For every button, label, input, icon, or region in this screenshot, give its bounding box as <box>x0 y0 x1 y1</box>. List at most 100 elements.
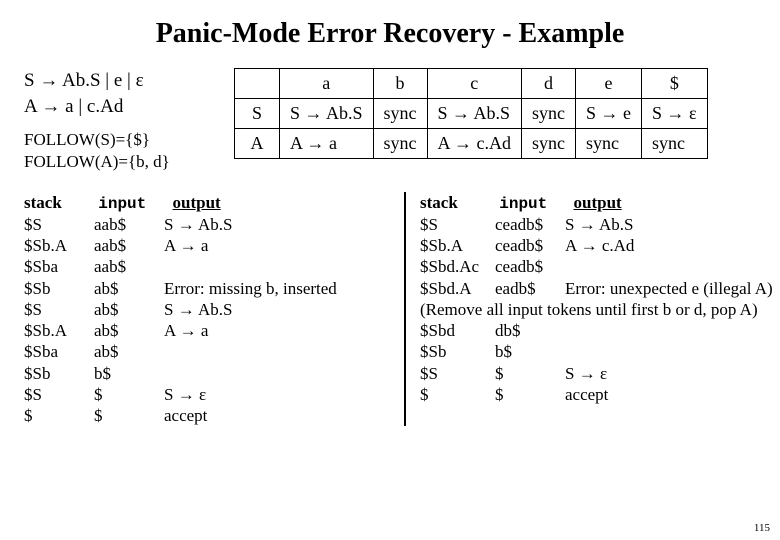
follow-line-2: FOLLOW(A)={b, d} <box>24 151 234 172</box>
hdr-stack-r: stack <box>420 192 495 213</box>
trace-output: S → ε <box>164 384 384 405</box>
cell-A-c: A → c.Ad <box>427 129 522 159</box>
trace-stack: $ <box>24 405 94 426</box>
trace-stack: $Sbd.A <box>420 278 495 299</box>
trace-stack: $S <box>420 363 495 384</box>
trace-row: $Sbab$Error: missing b, inserted <box>24 278 394 299</box>
trace-row: $Sb.Aaab$A → a <box>24 235 394 256</box>
trace-stack: $Sbd.Ac <box>420 256 495 277</box>
trace-output: accept <box>164 405 384 426</box>
trace-input: aab$ <box>94 256 164 277</box>
trace-output: Error: unexpected e (illegal A) <box>565 278 780 299</box>
trace-output: S → Ab.S <box>164 214 384 235</box>
cell-S-d: sync <box>522 99 576 129</box>
trace-stack: $Sb.A <box>24 320 94 341</box>
trace-left: stack input output $Saab$S → Ab.S$Sb.Aaa… <box>24 192 406 427</box>
trace-input: aab$ <box>94 214 164 235</box>
trace-stack: $Sbd <box>420 320 495 341</box>
grammar-line-1: S → Ab.S | e | ε <box>24 68 234 94</box>
trace-input: ceadb$ <box>495 214 565 235</box>
trace-row: $Sab$S → Ab.S <box>24 299 394 320</box>
hdr-stack: stack <box>24 192 94 213</box>
parse-table-row-s: S S → Ab.S sync S → Ab.S sync S → e S → … <box>235 99 708 129</box>
trace-input: ab$ <box>94 341 164 362</box>
trace-right: stack input output $Sceadb$ S → Ab.S$Sb.… <box>406 192 780 427</box>
trace-stack: $Sb <box>24 363 94 384</box>
col-e: e <box>576 69 642 99</box>
slide: Panic-Mode Error Recovery - Example S → … <box>0 0 780 540</box>
col-dollar: $ <box>642 69 708 99</box>
cell-A-b: sync <box>373 129 427 159</box>
trace-right-rows2: $Sbddb$$Sbb$$S$S → ε$$accept <box>420 320 780 405</box>
col-d: d <box>522 69 576 99</box>
trace-right-note: (Remove all input tokens until first b o… <box>420 299 780 320</box>
trace-stack: $ <box>420 384 495 405</box>
trace-row: $$accept <box>420 384 780 405</box>
trace-input: $ <box>495 384 565 405</box>
trace-left-header: stack input output <box>24 192 394 214</box>
rowhead-a: A <box>235 129 280 159</box>
trace-input: db$ <box>495 320 565 341</box>
hdr-output: output <box>173 192 393 213</box>
grammar-line-2: A → a | c.Ad <box>24 94 234 120</box>
trace-row: $Sb.Aab$A → a <box>24 320 394 341</box>
trace-input: ab$ <box>94 278 164 299</box>
trace-input: ab$ <box>94 320 164 341</box>
trace-row: $Sbaab$ <box>24 341 394 362</box>
trace-output: S → Ab.S <box>565 214 780 235</box>
trace-input: $ <box>94 405 164 426</box>
cell-A-dollar: sync <box>642 129 708 159</box>
trace-stack: $Sb.A <box>24 235 94 256</box>
follow-line-1: FOLLOW(S)={$} <box>24 129 234 150</box>
hdr-output-r: output <box>574 192 780 213</box>
trace-input: b$ <box>495 341 565 362</box>
trace-stack: $Sba <box>24 256 94 277</box>
trace-input: aab$ <box>94 235 164 256</box>
trace-row: $Saab$S → Ab.S <box>24 214 394 235</box>
trace-output: A → c.Ad <box>565 235 780 256</box>
trace-input: $ <box>94 384 164 405</box>
col-c: c <box>427 69 522 99</box>
traces: stack input output $Saab$S → Ab.S$Sb.Aaa… <box>24 192 756 427</box>
trace-stack: $S <box>420 214 495 235</box>
trace-row: $$accept <box>24 405 394 426</box>
trace-stack: $Sb <box>420 341 495 362</box>
cell-S-a: S → Ab.S <box>280 99 374 129</box>
follow-block: FOLLOW(S)={$} FOLLOW(A)={b, d} <box>24 129 234 172</box>
grammar-block: S → Ab.S | e | ε A → a | c.Ad <box>24 68 234 119</box>
trace-row: $Sb.Aceadb$ A → c.Ad <box>420 235 780 256</box>
trace-row: $Sbddb$ <box>420 320 780 341</box>
col-b: b <box>373 69 427 99</box>
trace-stack: $S <box>24 299 94 320</box>
trace-input: ceadb$ <box>495 235 565 256</box>
trace-row: $Sceadb$ S → Ab.S <box>420 214 780 235</box>
rowhead-s: S <box>235 99 280 129</box>
trace-input: b$ <box>94 363 164 384</box>
trace-output: A → a <box>164 320 384 341</box>
trace-input: $ <box>495 363 565 384</box>
top-row: S → Ab.S | e | ε A → a | c.Ad FOLLOW(S)=… <box>24 68 756 172</box>
trace-input: ab$ <box>94 299 164 320</box>
trace-output: S → Ab.S <box>164 299 384 320</box>
trace-output: Error: missing b, inserted <box>164 278 384 299</box>
trace-stack: $Sb <box>24 278 94 299</box>
trace-row: $Sbaaab$ <box>24 256 394 277</box>
cell-S-dollar: S → ε <box>642 99 708 129</box>
col-a: a <box>280 69 374 99</box>
trace-row: $Sbd.Aeadb$Error: unexpected e (illegal … <box>420 278 780 299</box>
trace-output: accept <box>565 384 780 405</box>
trace-stack: $Sba <box>24 341 94 362</box>
trace-stack: $S <box>24 214 94 235</box>
cell-A-a: A → a <box>280 129 374 159</box>
trace-output: A → a <box>164 235 384 256</box>
page-number: 115 <box>754 522 770 534</box>
parse-table-header-row: a b c d e $ <box>235 69 708 99</box>
cell-A-d: sync <box>522 129 576 159</box>
page-title: Panic-Mode Error Recovery - Example <box>24 18 756 50</box>
trace-row: $Sbb$ <box>420 341 780 362</box>
parse-table-row-a: A A → a sync A → c.Ad sync sync sync <box>235 129 708 159</box>
trace-right-header: stack input output <box>420 192 780 214</box>
trace-stack: $Sb.A <box>420 235 495 256</box>
trace-right-rows1: $Sceadb$ S → Ab.S$Sb.Aceadb$ A → c.Ad$Sb… <box>420 214 780 299</box>
trace-stack: $S <box>24 384 94 405</box>
